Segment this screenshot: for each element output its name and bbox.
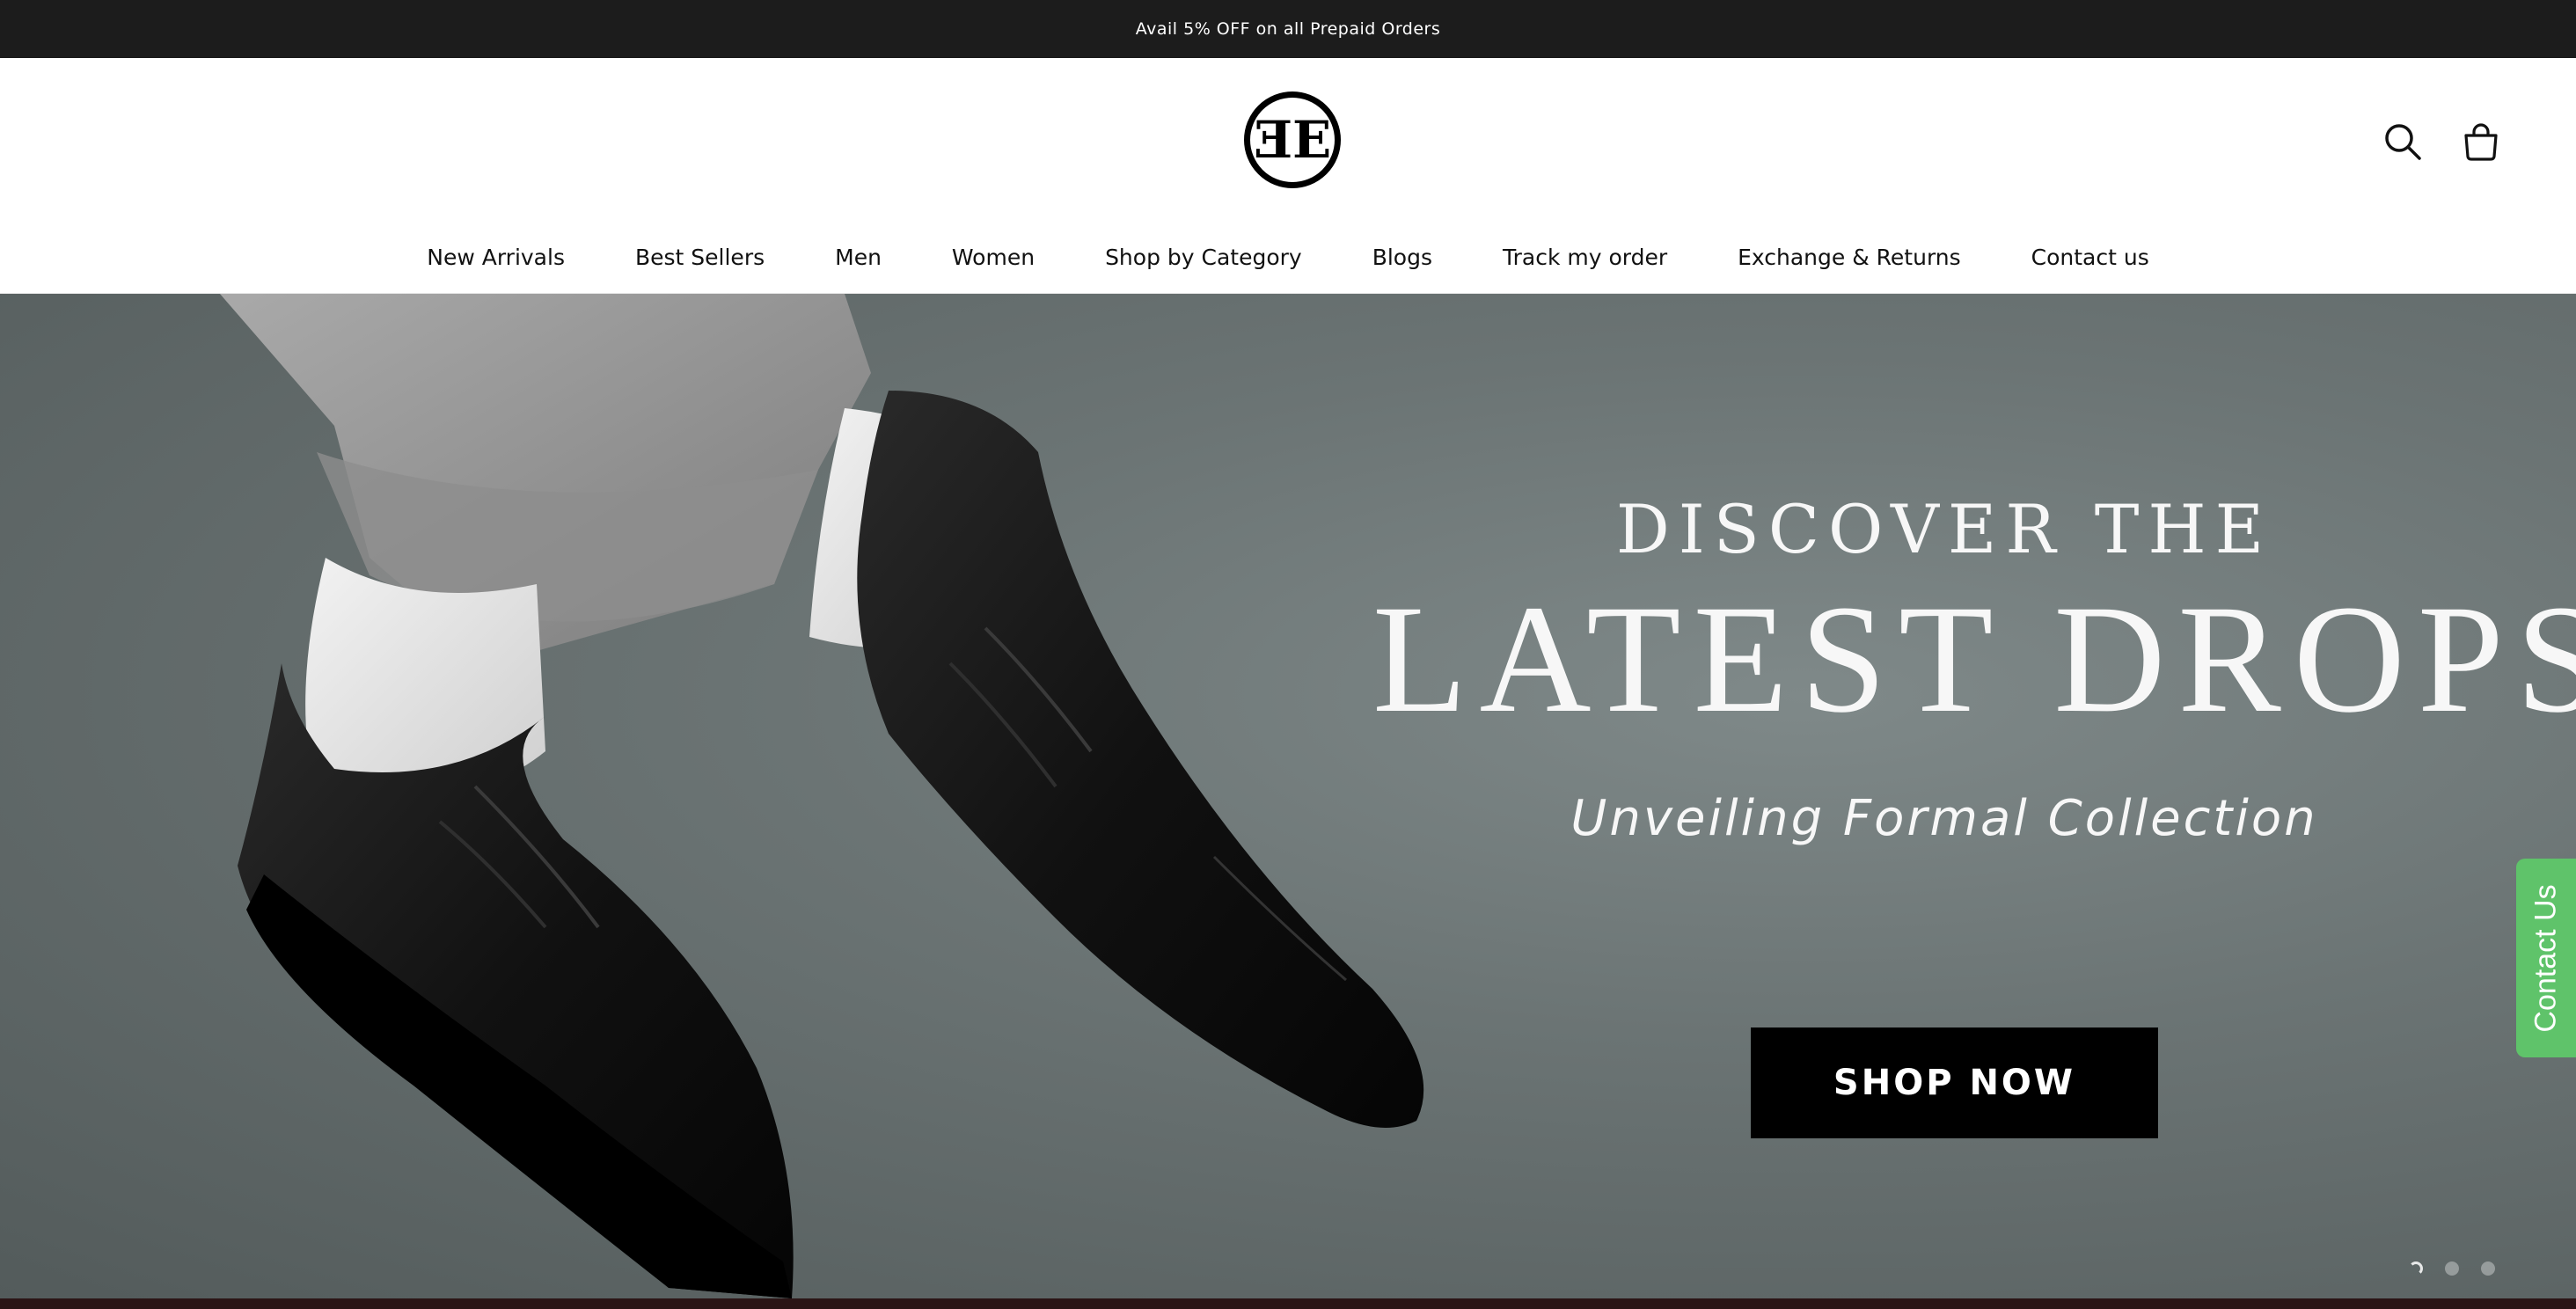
shop-now-button[interactable]: SHOP NOW [1751, 1027, 2158, 1138]
slide-dot-3[interactable] [2481, 1261, 2495, 1276]
nav-item-men[interactable]: Men [800, 245, 917, 270]
hero-subtitle: Unveiling Formal Collection [1570, 790, 2318, 847]
search-icon[interactable] [2381, 120, 2425, 164]
nav-item-contact-us[interactable]: Contact us [1996, 245, 2184, 270]
slide-dot-1[interactable] [2409, 1261, 2423, 1276]
hero-kicker: DISCOVER THE [1615, 490, 2273, 568]
nav-item-women[interactable]: Women [917, 245, 1070, 270]
brand-logo[interactable]: EE [1244, 91, 1341, 188]
site-header: EE New Arrivals Best Sellers Men Women S… [0, 58, 2576, 294]
contact-us-label: Contact Us [2528, 883, 2563, 1033]
nav-item-shop-by-category[interactable]: Shop by Category [1070, 245, 1337, 270]
nav-item-best-sellers[interactable]: Best Sellers [600, 245, 800, 270]
announcement-bar: Avail 5% OFF on all Prepaid Orders [0, 0, 2576, 58]
slider-pagination [2409, 1261, 2495, 1276]
main-navigation: New Arrivals Best Sellers Men Women Shop… [0, 222, 2576, 292]
nav-item-exchange-returns[interactable]: Exchange & Returns [1702, 245, 1996, 270]
page-bottom-edge [0, 1298, 2576, 1309]
hero-title: LATEST DROPS [1372, 574, 2576, 745]
hero-text-block: DISCOVER THE LATEST DROPS Unveiling Form… [1372, 490, 2576, 848]
nav-item-new-arrivals[interactable]: New Arrivals [392, 245, 600, 270]
announcement-text: Avail 5% OFF on all Prepaid Orders [1135, 19, 1441, 39]
slide-dot-2[interactable] [2445, 1261, 2459, 1276]
nav-item-blogs[interactable]: Blogs [1337, 245, 1467, 270]
hero-banner[interactable]: DISCOVER THE LATEST DROPS Unveiling Form… [0, 294, 2576, 1298]
contact-us-widget[interactable]: Contact Us [2516, 859, 2576, 1057]
nav-item-track-order[interactable]: Track my order [1467, 245, 1702, 270]
hero-shoes-image [220, 294, 1424, 1298]
shopping-bag-icon[interactable] [2459, 120, 2503, 164]
